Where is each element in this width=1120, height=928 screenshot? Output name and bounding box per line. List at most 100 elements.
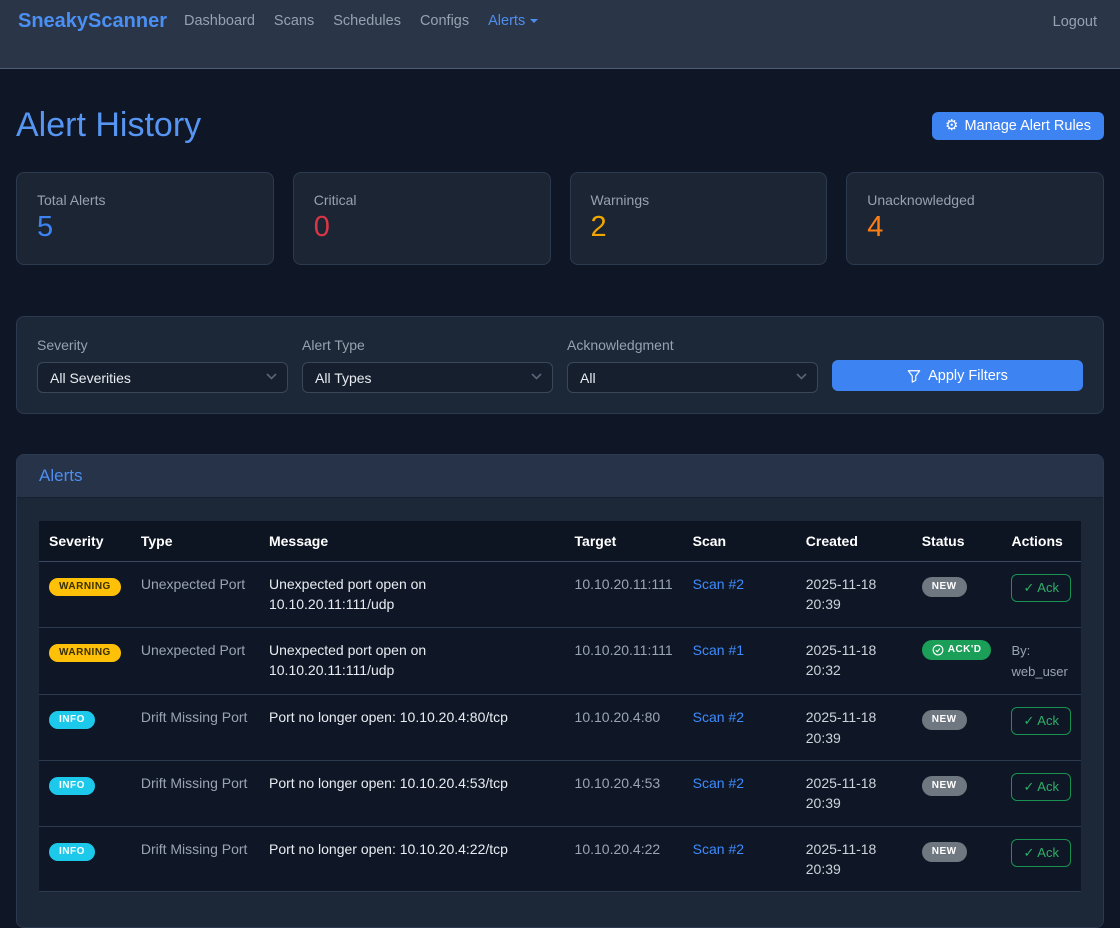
created-cell: 2025-11-18 20:39 [796,695,912,761]
acknowledgment-select[interactable]: All [567,362,818,393]
column-header: Target [565,521,683,562]
status-badge-acked: ACK'D [922,640,992,660]
severity-select-wrap: All Severities [37,362,288,393]
severity-filter-label: Severity [37,337,288,353]
table-row: INFODrift Missing PortPort no longer ope… [39,695,1081,761]
severity-cell: INFO [39,695,131,761]
nav-item-alerts-label: Alerts [488,13,525,29]
severity-cell: INFO [39,761,131,827]
nav-item-schedules[interactable]: Schedules [333,13,401,29]
created-cell: 2025-11-18 20:39 [796,562,912,628]
status-badge-new: NEW [922,842,967,862]
apply-filters-button[interactable]: Apply Filters [832,360,1083,391]
alert-type-select[interactable]: All Types [302,362,553,393]
navbar: SneakyScanner Dashboard Scans Schedules … [0,0,1120,69]
nav-item-alerts[interactable]: Alerts [488,13,538,29]
actions-cell: ✓ Ack [1001,562,1081,628]
page-header: Alert History ⚙ Manage Alert Rules [16,106,1104,145]
stat-label: Critical [314,192,530,208]
message-cell: Unexpected port open on 10.10.20.11:111/… [259,627,565,695]
type-cell: Unexpected Port [131,562,259,628]
apply-filters-group: Apply Filters [832,337,1083,393]
severity-badge: INFO [49,711,95,729]
acknowledgment-filter-group: Acknowledgment All [567,337,818,393]
created-cell: 2025-11-18 20:32 [796,627,912,695]
nav-right: Logout [1053,9,1097,30]
table-row: WARNINGUnexpected PortUnexpected port op… [39,627,1081,695]
target-cell: 10.10.20.4:22 [565,826,683,892]
stat-value: 0 [314,212,530,244]
scan-link[interactable]: Scan #2 [693,576,744,592]
stat-card: Critical 0 [293,172,551,265]
stat-value: 2 [591,212,807,244]
target-cell: 10.10.20.4:80 [565,695,683,761]
stat-card: Unacknowledged 4 [846,172,1104,265]
nav-item-scans[interactable]: Scans [274,13,314,29]
severity-select[interactable]: All Severities [37,362,288,393]
column-header: Status [912,521,1002,562]
check-icon: ✓ [1023,779,1037,794]
scan-cell: Scan #2 [683,562,796,628]
status-badge-new: NEW [922,577,967,597]
ack-button[interactable]: ✓ Ack [1011,574,1070,602]
ack-button[interactable]: ✓ Ack [1011,839,1070,867]
target-cell: 10.10.20.11:111 [565,627,683,695]
table-header-row: SeverityTypeMessageTargetScanCreatedStat… [39,521,1081,562]
ack-button[interactable]: ✓ Ack [1011,707,1070,735]
scan-link[interactable]: Scan #1 [693,642,744,658]
actions-cell: ✓ Ack [1001,695,1081,761]
type-cell: Drift Missing Port [131,761,259,827]
scan-cell: Scan #2 [683,761,796,827]
nav-item-dashboard[interactable]: Dashboard [184,13,255,29]
scan-link[interactable]: Scan #2 [693,775,744,791]
ack-button[interactable]: ✓ Ack [1011,773,1070,801]
alerts-panel-body: SeverityTypeMessageTargetScanCreatedStat… [17,498,1103,927]
status-badge-new: NEW [922,710,967,730]
filter-panel: Severity All Severities Alert Type All T… [16,316,1104,414]
column-header: Type [131,521,259,562]
scan-link[interactable]: Scan #2 [693,841,744,857]
caret-down-icon [530,19,538,23]
scan-cell: Scan #2 [683,826,796,892]
status-cell: NEW [912,562,1002,628]
actions-cell: By: web_user [1001,627,1081,695]
check-icon: ✓ [1023,580,1037,595]
funnel-icon [907,369,921,383]
brand[interactable]: SneakyScanner [18,9,167,33]
alert-type-filter-group: Alert Type All Types [302,337,553,393]
column-header: Scan [683,521,796,562]
actions-cell: ✓ Ack [1001,826,1081,892]
severity-badge: INFO [49,843,95,861]
nav-item-configs[interactable]: Configs [420,13,469,29]
stat-card: Warnings2 [570,172,828,265]
type-cell: Unexpected Port [131,627,259,695]
severity-cell: WARNING [39,627,131,695]
logout-link[interactable]: Logout [1053,14,1097,30]
actions-cell: ✓ Ack [1001,761,1081,827]
severity-filter-group: Severity All Severities [37,337,288,393]
scan-link[interactable]: Scan #2 [693,709,744,725]
status-badge-new: NEW [922,776,967,796]
acked-by-label: By: web_user [1011,640,1071,683]
column-header: Message [259,521,565,562]
alerts-panel-title: Alerts [17,455,1103,498]
apply-filters-label: Apply Filters [928,368,1008,384]
stat-label: Unacknowledged [867,192,1083,208]
target-cell: 10.10.20.4:53 [565,761,683,827]
acknowledgment-filter-label: Acknowledgment [567,337,818,353]
severity-badge: INFO [49,777,95,795]
column-header: Actions [1001,521,1081,562]
stat-value: 4 [867,212,1083,244]
status-cell: NEW [912,695,1002,761]
target-cell: 10.10.20.11:111 [565,562,683,628]
table-row: INFODrift Missing PortPort no longer ope… [39,761,1081,827]
gear-icon: ⚙ [945,118,958,133]
severity-cell: INFO [39,826,131,892]
table-row: WARNINGUnexpected PortUnexpected port op… [39,562,1081,628]
manage-alert-rules-button[interactable]: ⚙ Manage Alert Rules [932,112,1104,140]
alert-type-filter-label: Alert Type [302,337,553,353]
message-cell: Port no longer open: 10.10.20.4:22/tcp [259,826,565,892]
spacer [832,337,1083,360]
message-cell: Unexpected port open on 10.10.20.11:111/… [259,562,565,628]
nav-links: Dashboard Scans Schedules Configs Alerts [184,9,538,29]
